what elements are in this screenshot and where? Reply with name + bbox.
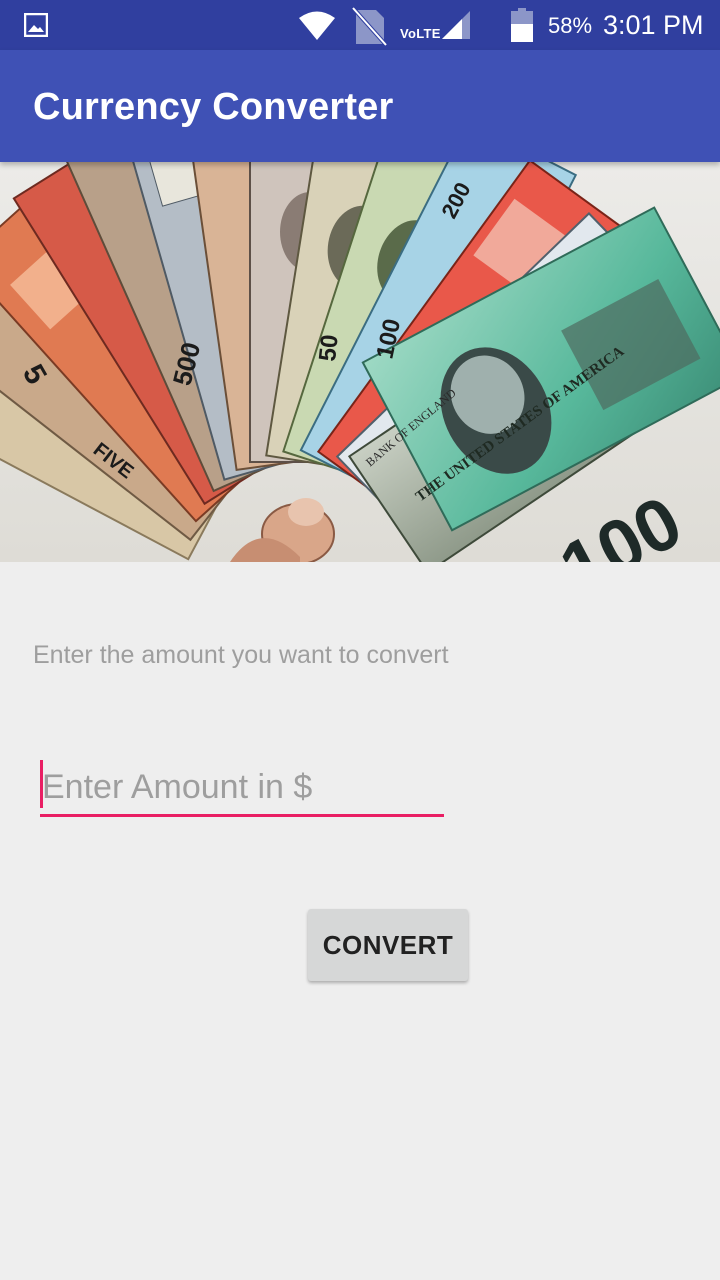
battery-percent: 58% — [548, 13, 593, 38]
banner-note-label: 50 — [314, 333, 344, 362]
app-bar: Currency Converter — [0, 50, 720, 162]
wifi-icon — [299, 11, 335, 40]
clock: 3:01 PM — [603, 10, 704, 40]
gallery-icon — [24, 13, 48, 37]
amount-field-underline — [40, 814, 444, 817]
banknotes-fan-illustration: 100 500 50 100 200 5 FIVE THE UNITED STA… — [0, 162, 720, 562]
text-cursor — [40, 760, 43, 808]
amount-prompt-label: Enter the amount you want to convert — [33, 641, 449, 669]
amount-input[interactable] — [40, 760, 446, 814]
volte-indicator: VoLTE — [400, 26, 441, 41]
battery-icon — [511, 8, 533, 42]
no-sim-icon — [351, 6, 388, 46]
currency-banner-image: 100 500 50 100 200 5 FIVE THE UNITED STA… — [0, 162, 720, 562]
amount-field[interactable] — [40, 760, 446, 817]
page-title: Currency Converter — [33, 86, 394, 128]
status-bar: VoLTE 58% 3:01 PM — [0, 0, 720, 50]
convert-button[interactable]: CONVERT — [308, 909, 468, 981]
signal-icon — [442, 11, 470, 39]
